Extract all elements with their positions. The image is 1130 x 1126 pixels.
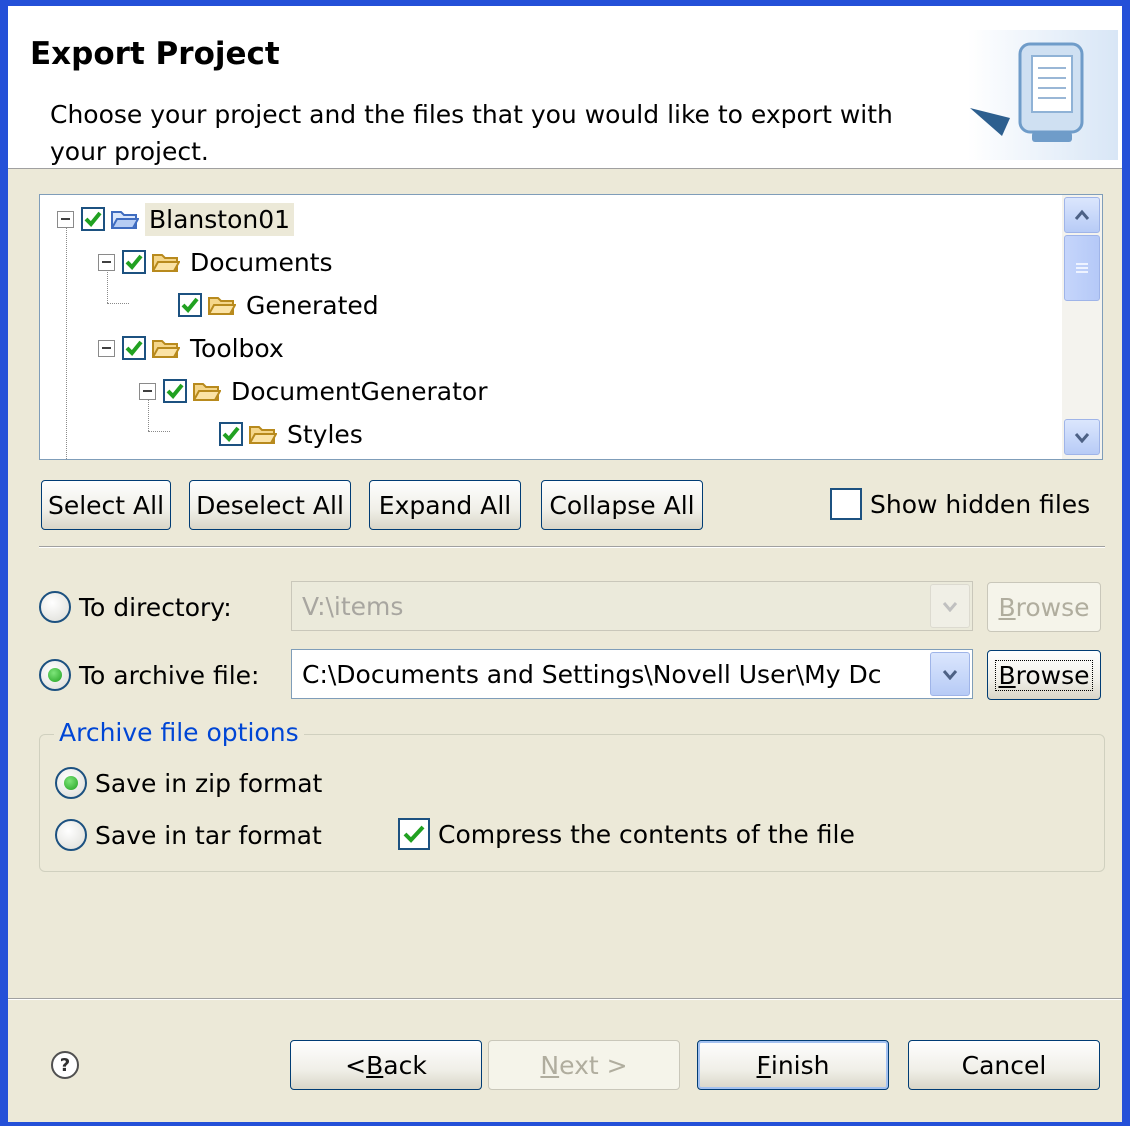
dropdown-button[interactable] xyxy=(930,652,970,696)
page-title: Export Project xyxy=(30,36,280,72)
project-file-tree[interactable]: Blanston01 Documents Generated Toolbox D… xyxy=(39,194,1103,460)
radio-circle[interactable] xyxy=(55,819,87,851)
open-folder-icon xyxy=(152,340,180,358)
radio-label: Save in tar format xyxy=(95,820,322,850)
chevron-down-icon xyxy=(942,670,958,680)
tree-checkbox[interactable] xyxy=(122,336,146,360)
tree-item-label: Generated xyxy=(246,290,379,320)
tree-item[interactable]: Blanston01 xyxy=(57,200,295,238)
divider xyxy=(39,546,1105,548)
mnemonic: B xyxy=(998,592,1016,622)
tree-vertical-scrollbar[interactable] xyxy=(1062,195,1102,459)
archive-options-group xyxy=(39,734,1105,872)
tree-item[interactable]: Toolbox xyxy=(98,329,288,367)
to-archive-file-radio[interactable]: To archive file: xyxy=(39,659,259,691)
button-label: inish xyxy=(770,1050,830,1080)
radio-circle[interactable] xyxy=(55,767,87,799)
tree-item[interactable]: Documents xyxy=(98,243,337,281)
compress-contents-checkbox[interactable]: Compress the contents of the file xyxy=(398,818,855,850)
open-folder-icon xyxy=(249,426,277,444)
tree-checkbox[interactable] xyxy=(81,207,105,231)
tree-item[interactable]: DocumentGenerator xyxy=(139,372,491,410)
tree-checkbox[interactable] xyxy=(122,250,146,274)
scroll-thumb[interactable] xyxy=(1064,235,1100,301)
collapse-toggle[interactable] xyxy=(139,382,156,400)
mnemonic: B xyxy=(998,660,1016,690)
collapse-all-button[interactable]: Collapse All xyxy=(541,480,703,530)
button-label: rowse xyxy=(1015,660,1090,690)
tree-checkbox[interactable] xyxy=(163,379,187,403)
tree-checkbox[interactable] xyxy=(219,422,243,446)
radio-circle[interactable] xyxy=(39,591,71,623)
tree-item-label: Toolbox xyxy=(190,333,284,363)
collapse-toggle[interactable] xyxy=(57,210,74,228)
checkbox-box[interactable] xyxy=(830,488,862,520)
open-folder-icon xyxy=(193,383,221,401)
checkbox-box[interactable] xyxy=(398,818,430,850)
page-description: Choose your project and the files that y… xyxy=(50,100,893,166)
mnemonic: N xyxy=(540,1050,560,1080)
group-title: Archive file options xyxy=(54,718,304,747)
grip-icon xyxy=(1076,263,1088,273)
tree-item-label: Styles xyxy=(287,419,363,449)
footer-divider xyxy=(8,998,1122,1000)
next-button: Next > xyxy=(488,1040,680,1090)
open-folder-icon xyxy=(152,254,180,272)
tar-format-radio[interactable]: Save in tar format xyxy=(55,819,322,851)
browse-directory-button: Browse xyxy=(987,582,1101,632)
cancel-button[interactable]: Cancel xyxy=(908,1040,1100,1090)
radio-circle[interactable] xyxy=(39,659,71,691)
back-button[interactable]: < Back xyxy=(290,1040,482,1090)
deselect-all-button[interactable]: Deselect All xyxy=(189,480,351,530)
open-project-folder-icon xyxy=(111,211,139,229)
collapse-toggle[interactable] xyxy=(98,339,115,357)
radio-label: To archive file: xyxy=(79,660,260,690)
button-label: ack xyxy=(383,1050,427,1080)
zip-format-radio[interactable]: Save in zip format xyxy=(55,767,322,799)
help-icon[interactable]: ? xyxy=(51,1051,79,1079)
mnemonic: B xyxy=(366,1050,384,1080)
radio-label: To directory: xyxy=(79,592,232,622)
dropdown-button xyxy=(930,584,970,628)
open-folder-icon xyxy=(208,297,236,315)
collapse-toggle[interactable] xyxy=(98,253,115,271)
directory-combo: V:\items xyxy=(291,581,973,631)
checkbox-label: Show hidden files xyxy=(870,489,1091,519)
archive-file-combo[interactable]: C:\Documents and Settings\Novell User\My… xyxy=(291,649,973,699)
tree-item[interactable]: Styles xyxy=(219,415,367,453)
export-wizard-icon xyxy=(968,30,1118,160)
chevron-up-icon xyxy=(1074,209,1090,220)
scroll-up-button[interactable] xyxy=(1064,197,1100,233)
tree-item-label: DocumentGenerator xyxy=(231,376,488,406)
chevron-down-icon xyxy=(942,602,958,612)
finish-button[interactable]: Finish xyxy=(697,1040,889,1090)
radio-label: Save in zip format xyxy=(95,768,323,798)
tree-item-label: Blanston01 xyxy=(145,202,295,236)
button-label: rowse xyxy=(1015,592,1090,622)
checkbox-label: Compress the contents of the file xyxy=(438,819,855,849)
to-directory-radio[interactable]: To directory: xyxy=(39,591,232,623)
export-project-dialog: Export Project Choose your project and t… xyxy=(8,6,1122,1122)
show-hidden-files-checkbox[interactable]: Show hidden files xyxy=(830,488,1090,520)
dialog-header: Export Project Choose your project and t… xyxy=(8,6,1122,169)
combo-value: V:\items xyxy=(302,591,404,621)
browse-archive-button[interactable]: Browse xyxy=(987,650,1101,700)
tree-item-label: Documents xyxy=(190,247,333,277)
button-label: < xyxy=(345,1050,367,1080)
expand-all-button[interactable]: Expand All xyxy=(369,480,521,530)
scroll-down-button[interactable] xyxy=(1064,419,1100,455)
tree-checkbox[interactable] xyxy=(178,293,202,317)
mnemonic: F xyxy=(756,1050,771,1080)
select-all-button[interactable]: Select All xyxy=(41,480,171,530)
button-label: ext > xyxy=(559,1050,628,1080)
tree-item[interactable]: Generated xyxy=(178,286,383,324)
combo-value[interactable]: C:\Documents and Settings\Novell User\My… xyxy=(292,660,930,689)
chevron-down-icon xyxy=(1074,433,1090,443)
